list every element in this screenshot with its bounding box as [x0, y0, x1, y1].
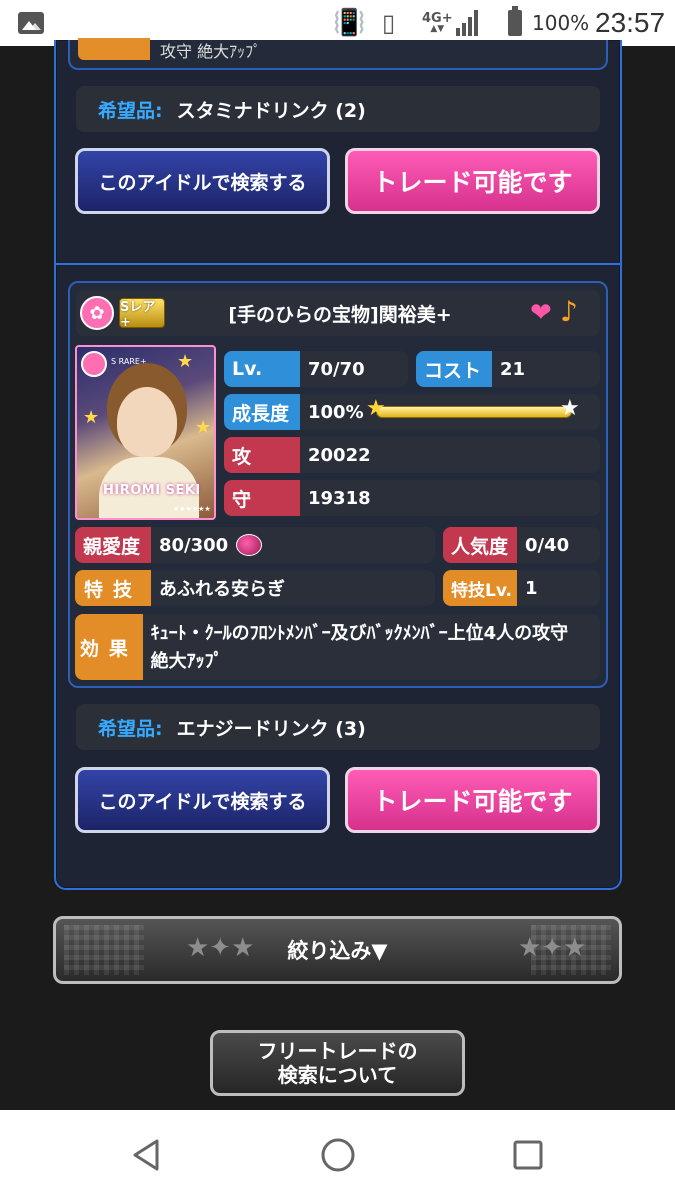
wish-item-bar: 希望品: エナジードリンク (3): [76, 704, 600, 750]
star-icon: ★: [366, 396, 386, 421]
level-stat: Lv. 70/70: [224, 351, 408, 387]
growth-progress-bar: ★ ★: [366, 398, 580, 422]
defense-stat: 守 19318: [224, 480, 600, 516]
affection-value: 80/300: [159, 534, 229, 556]
cost-value: 21: [500, 358, 526, 380]
defense-label: 守: [224, 480, 300, 516]
portrait-stars: ★★★★★★: [173, 505, 211, 513]
filter-label: 絞り込み▼: [287, 939, 388, 963]
portrait-rarity: S RARE+: [111, 357, 147, 366]
wish-label: 希望品:: [98, 717, 163, 740]
affection-stat: 親愛度 80/300: [75, 527, 435, 563]
skill-label: 特技: [75, 570, 151, 606]
growth-value: 100%: [308, 401, 364, 423]
previous-card-frame: 攻守 絶大ｱｯﾌﾟ: [68, 38, 608, 70]
star-icon: ★: [560, 396, 580, 421]
skill-level-label: 特技Lv.: [443, 570, 517, 606]
attack-stat: 攻 20022: [224, 437, 600, 473]
home-icon[interactable]: [318, 1135, 358, 1175]
trade-available-button[interactable]: トレード可能です: [345, 767, 600, 833]
growth-track: [376, 406, 572, 418]
popularity-label: 人気度: [443, 527, 517, 563]
recent-apps-icon[interactable]: [508, 1135, 548, 1175]
star-icon: ★: [83, 407, 100, 428]
wish-value: エナジードリンク (3): [176, 717, 366, 740]
level-value: 70/70: [308, 358, 365, 380]
card-title: [手のひらの宝物]関裕美+: [228, 303, 452, 326]
defense-value: 19318: [308, 487, 371, 509]
skill-value: あふれる安らぎ: [159, 579, 285, 600]
gallery-notification-icon: [18, 0, 48, 46]
idol-portrait[interactable]: S RARE+ ★ ★ ★ HIROMI SEKI ★★★★★★: [75, 345, 216, 520]
popularity-value: 0/40: [525, 534, 570, 556]
popularity-stat: 人気度 0/40: [443, 527, 600, 563]
filter-button[interactable]: ★✦★ ★✦★ 絞り込み▼: [53, 916, 622, 984]
effect-value: ｷｭｰﾄ・ｸｰﾙのﾌﾛﾝﾄﾒﾝﾊﾞｰ及びﾊﾞｯｸﾒﾝﾊﾞｰ上位4人の攻守 絶大ｱ…: [150, 623, 569, 672]
music-note-icon: ♪: [560, 295, 578, 328]
effect-label: 効果: [75, 614, 143, 680]
wish-item-bar: 希望品: スタミナドリンク (2): [76, 86, 600, 132]
cute-type-icon: ✿: [80, 296, 114, 330]
skill-stat: 特技 あふれる安らぎ: [75, 570, 435, 606]
navigation-bar: [0, 1110, 675, 1200]
star-icon: ★: [195, 417, 212, 438]
decor-pattern: [64, 925, 144, 975]
heart-icon: ❤: [530, 298, 552, 328]
rarity-badge: Sレア+: [119, 298, 165, 330]
skill-level-value: 1: [525, 577, 538, 599]
wish-label: 希望品:: [98, 99, 163, 122]
attack-label: 攻: [224, 437, 300, 473]
back-icon[interactable]: [127, 1135, 167, 1175]
cost-label: コスト: [416, 351, 492, 387]
skill-level-stat: 特技Lv. 1: [443, 570, 600, 606]
wish-value: スタミナドリンク (2): [176, 99, 366, 122]
affection-label: 親愛度: [75, 527, 151, 563]
search-by-idol-button[interactable]: このアイドルで検索する: [75, 148, 330, 214]
portrait-type-icon: [81, 351, 107, 377]
effect-stat: 効果 ｷｭｰﾄ・ｸｰﾙのﾌﾛﾝﾄﾒﾝﾊﾞｰ及びﾊﾞｯｸﾒﾝﾊﾞｰ上位4人の攻守 …: [75, 614, 600, 680]
card-divider: [56, 263, 620, 265]
portrait-face: [117, 387, 177, 457]
level-label: Lv.: [224, 351, 300, 387]
star-icon: ★: [177, 351, 194, 372]
attack-value: 20022: [308, 444, 371, 466]
star-decoration-icon: ★✦★: [518, 933, 587, 963]
growth-label: 成長度: [224, 394, 300, 430]
search-by-idol-button[interactable]: このアイドルで検索する: [75, 767, 330, 833]
effect-label-stub: [78, 38, 150, 60]
star-decoration-icon: ★✦★: [186, 933, 255, 963]
affection-heart-icon: [236, 534, 263, 556]
free-trade-search-info-button[interactable]: フリートレードの 検索について: [210, 1030, 465, 1096]
previous-effect-text: 攻守 絶大ｱｯﾌﾟ: [160, 42, 262, 61]
trade-available-button[interactable]: トレード可能です: [345, 148, 600, 214]
portrait-signature: HIROMI SEKI: [103, 483, 201, 498]
cost-stat: コスト 21: [416, 351, 600, 387]
